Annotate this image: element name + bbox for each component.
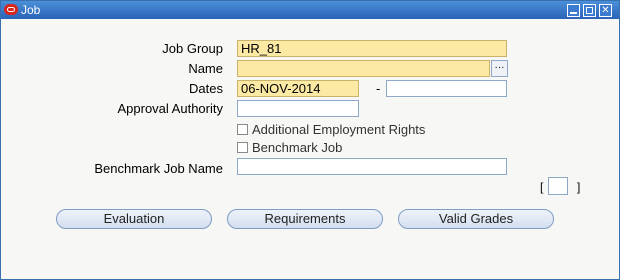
requirements-button[interactable]: Requirements xyxy=(227,209,383,229)
evaluation-button[interactable]: Evaluation xyxy=(56,209,212,229)
benchmark-job-name-label: Benchmark Job Name xyxy=(94,161,223,176)
additional-employment-rights-label: Additional Employment Rights xyxy=(252,122,426,137)
benchmark-job-label: Benchmark Job xyxy=(252,140,343,155)
date-separator: - xyxy=(376,81,381,96)
additional-employment-rights-checkbox[interactable]: Additional Employment Rights xyxy=(237,122,425,137)
job-group-field[interactable]: HR_81 xyxy=(237,40,507,57)
maximize-icon[interactable] xyxy=(583,4,596,17)
checkbox-box[interactable] xyxy=(237,142,248,153)
title-bar[interactable]: Job ✕ xyxy=(1,1,619,19)
name-lov-button[interactable]: ··· xyxy=(491,60,508,77)
benchmark-job-name-field[interactable] xyxy=(237,158,507,175)
dates-label: Dates xyxy=(189,81,223,96)
flexfield-bracket-open: [ xyxy=(540,180,544,194)
flexfield-bracket-close: ] xyxy=(577,180,581,194)
date-to-field[interactable] xyxy=(386,80,507,97)
checkbox-box[interactable] xyxy=(237,124,248,135)
name-field[interactable] xyxy=(237,60,490,77)
descriptive-flexfield[interactable] xyxy=(548,177,568,195)
valid-grades-button[interactable]: Valid Grades xyxy=(398,209,554,229)
approval-authority-label: Approval Authority xyxy=(117,101,223,116)
benchmark-job-checkbox[interactable]: Benchmark Job xyxy=(237,140,342,155)
name-label: Name xyxy=(188,61,223,76)
date-from-field[interactable]: 06-NOV-2014 xyxy=(237,80,359,97)
job-window: Job ✕ Job Group HR_81 Name ··· Dates 06-… xyxy=(0,0,620,280)
approval-authority-field[interactable] xyxy=(237,100,359,117)
job-group-label: Job Group xyxy=(162,41,223,56)
oracle-logo-icon xyxy=(4,4,18,15)
minimize-icon[interactable] xyxy=(567,4,580,17)
close-icon[interactable]: ✕ xyxy=(599,4,612,17)
window-title: Job xyxy=(21,3,41,17)
